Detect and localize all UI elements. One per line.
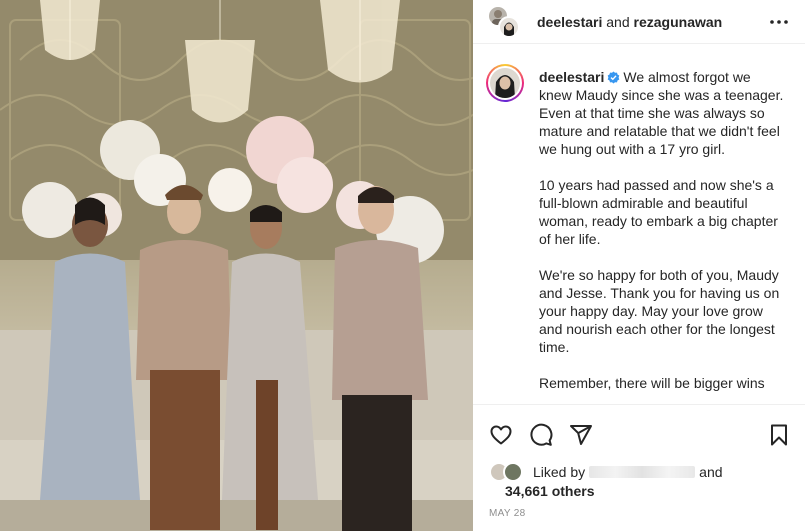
bookmark-icon[interactable] [767,423,791,447]
caption-area[interactable]: deelestari We almost forgot we knew Maudy… [473,58,805,404]
liked-by-line: Liked by and [533,464,723,480]
post-photo[interactable] [0,0,473,531]
caption-text-block: deelestari We almost forgot we knew Maudy… [539,68,787,392]
more-options-icon[interactable] [769,12,789,32]
likes-section: Liked by and 34,661 others [489,462,789,502]
verified-badge-icon [607,70,620,84]
post-header: deelestari and rezagunawan [473,0,805,44]
wedding-photo-illustration [0,0,473,531]
collab-avatars[interactable] [487,4,521,39]
header-username-1[interactable]: deelestari [537,14,602,30]
redacted-username [589,466,696,478]
liked-by-prefix: Liked by [533,464,586,480]
avatar [490,68,520,98]
comment-icon[interactable] [529,423,553,447]
header-usernames: deelestari and rezagunawan [537,14,722,30]
avatar[interactable] [498,15,520,38]
post-side-panel: deelestari and rezagunawan deelestari We … [473,0,805,531]
avatar[interactable] [503,462,523,482]
share-icon[interactable] [569,423,593,447]
action-bar [473,404,805,462]
liker-avatars[interactable] [489,462,529,484]
liked-by-suffix: and [699,464,723,480]
header-username-2[interactable]: rezagunawan [634,14,723,30]
caption-body: We almost forgot we knew Maudy since she… [539,69,784,391]
heart-icon[interactable] [489,423,513,447]
post-date[interactable]: MAY 28 [489,508,525,519]
likes-count[interactable]: 34,661 others [505,483,595,499]
header-connector: and [606,13,630,30]
caption-username[interactable]: deelestari [539,69,604,85]
caption-avatar[interactable] [486,64,524,102]
